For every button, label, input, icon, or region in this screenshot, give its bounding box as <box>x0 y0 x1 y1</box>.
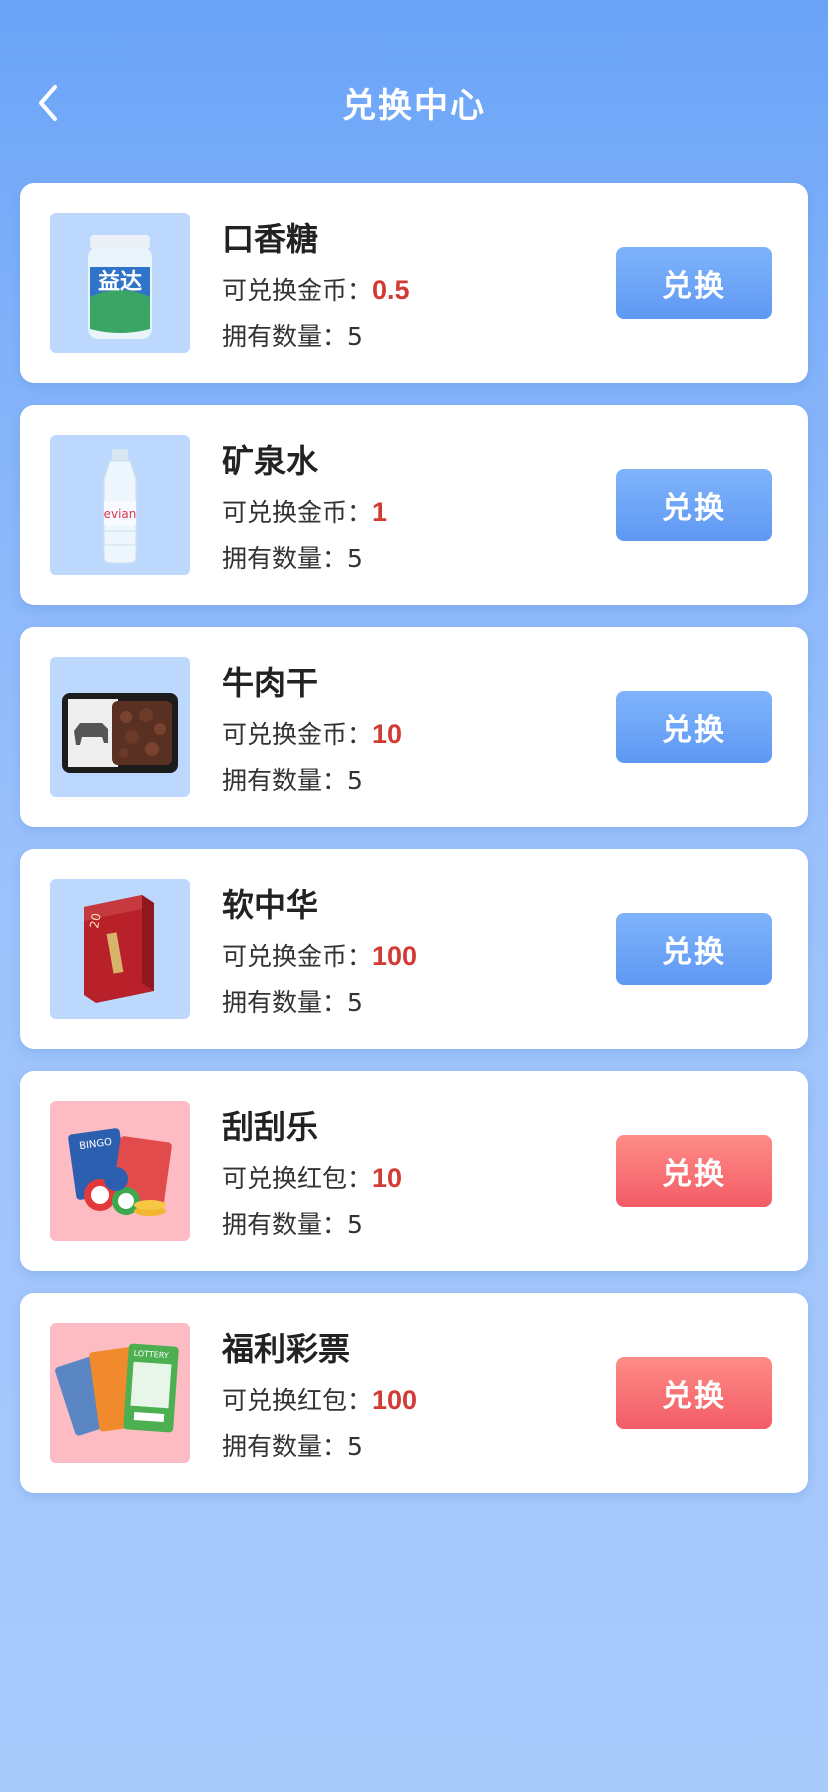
price-line: 可兑换金币：100 <box>222 939 417 974</box>
quantity-label: 拥有数量： <box>222 1210 348 1239</box>
quantity-label: 拥有数量： <box>222 544 348 573</box>
price-value: 100 <box>372 1385 418 1415</box>
price-label: 可兑换金币： <box>222 942 373 971</box>
water-bottle-icon: evian <box>103 449 137 564</box>
price-value: 100 <box>372 941 418 971</box>
quantity-line: 拥有数量：5 <box>222 1430 417 1464</box>
price-value: 1 <box>372 497 388 527</box>
quantity-value: 5 <box>347 544 363 573</box>
beef-jerky-pack-icon <box>62 693 178 773</box>
svg-text:益达: 益达 <box>98 269 142 295</box>
quantity-value: 5 <box>347 1432 363 1461</box>
product-thumbnail: evian <box>50 435 190 575</box>
exchange-item-card: 益达 口香糖 可兑换金币：0.5 拥有数量：5 兑换 <box>20 183 808 383</box>
price-value: 0.5 <box>372 275 410 305</box>
product-thumbnail: LOTTERY <box>50 1323 190 1463</box>
product-name: 刮刮乐 <box>222 1108 319 1146</box>
quantity-line: 拥有数量：5 <box>222 542 387 576</box>
product-info: 矿泉水 可兑换金币：1 拥有数量：5 <box>222 435 387 576</box>
price-label: 可兑换红包： <box>222 1386 373 1415</box>
product-thumbnail <box>50 657 190 797</box>
app-header: 兑换中心 <box>0 0 828 210</box>
exchange-list: 益达 口香糖 可兑换金币：0.5 拥有数量：5 兑换 evian 矿泉水 可兑换… <box>20 183 808 1515</box>
product-info: 刮刮乐 可兑换红包：10 拥有数量：5 <box>222 1101 402 1242</box>
price-label: 可兑换红包： <box>222 1164 373 1193</box>
price-line: 可兑换金币：0.5 <box>222 273 410 308</box>
quantity-line: 拥有数量：5 <box>222 1208 402 1242</box>
exchange-button[interactable]: 兑换 <box>616 1357 772 1429</box>
quantity-value: 5 <box>347 988 363 1017</box>
quantity-label: 拥有数量： <box>222 766 348 795</box>
price-label: 可兑换金币： <box>222 720 373 749</box>
product-info: 牛肉干 可兑换金币：10 拥有数量：5 <box>222 657 402 798</box>
exchange-item-card: 20 软中华 可兑换金币：100 拥有数量：5 兑换 <box>20 849 808 1049</box>
quantity-line: 拥有数量：5 <box>222 986 417 1020</box>
product-info: 软中华 可兑换金币：100 拥有数量：5 <box>222 879 417 1020</box>
price-label: 可兑换金币： <box>222 276 373 305</box>
price-value: 10 <box>372 719 403 749</box>
product-thumbnail: BINGO <box>50 1101 190 1241</box>
product-info: 口香糖 可兑换金币：0.5 拥有数量：5 <box>222 213 410 354</box>
price-label: 可兑换金币： <box>222 498 373 527</box>
exchange-button[interactable]: 兑换 <box>616 691 772 763</box>
exchange-button[interactable]: 兑换 <box>616 469 772 541</box>
price-line: 可兑换金币：1 <box>222 495 387 530</box>
exchange-item-card: evian 矿泉水 可兑换金币：1 拥有数量：5 兑换 <box>20 405 808 605</box>
chewing-gum-bottle-icon: 益达 <box>88 235 152 339</box>
exchange-button[interactable]: 兑换 <box>616 247 772 319</box>
price-line: 可兑换红包：100 <box>222 1383 417 1418</box>
exchange-item-card: 牛肉干 可兑换金币：10 拥有数量：5 兑换 <box>20 627 808 827</box>
product-thumbnail: 益达 <box>50 213 190 353</box>
quantity-label: 拥有数量： <box>222 988 348 1017</box>
quantity-line: 拥有数量：5 <box>222 764 402 798</box>
product-name: 牛肉干 <box>222 664 319 702</box>
price-line: 可兑换红包：10 <box>222 1161 402 1196</box>
cigarette-pack-icon: 20 <box>84 895 154 1003</box>
product-info: 福利彩票 可兑换红包：100 拥有数量：5 <box>222 1323 417 1464</box>
product-thumbnail: 20 <box>50 879 190 1019</box>
quantity-value: 5 <box>347 1210 363 1239</box>
quantity-label: 拥有数量： <box>222 322 348 351</box>
exchange-item-card: BINGO 刮刮乐 可兑换红包：10 拥有数量：5 兑换 <box>20 1071 808 1271</box>
exchange-button[interactable]: 兑换 <box>616 1135 772 1207</box>
bingo-card-icon: BINGO <box>68 1128 172 1216</box>
exchange-button[interactable]: 兑换 <box>616 913 772 985</box>
product-name: 软中华 <box>222 886 319 924</box>
bottle-label-text: evian <box>104 507 137 521</box>
quantity-value: 5 <box>347 322 363 351</box>
price-value: 10 <box>372 1163 403 1193</box>
page-title: 兑换中心 <box>342 86 486 126</box>
exchange-item-card: LOTTERY 福利彩票 可兑换红包：100 拥有数量：5 兑换 <box>20 1293 808 1493</box>
price-line: 可兑换金币：10 <box>222 717 402 752</box>
pack-label-text: 20 <box>87 912 103 929</box>
quantity-value: 5 <box>347 766 363 795</box>
lottery-ticket-icon: LOTTERY <box>55 1343 179 1436</box>
product-name: 福利彩票 <box>222 1330 351 1368</box>
product-name: 口香糖 <box>222 220 319 258</box>
product-name: 矿泉水 <box>222 442 319 480</box>
quantity-line: 拥有数量：5 <box>222 320 410 354</box>
quantity-label: 拥有数量： <box>222 1432 348 1461</box>
